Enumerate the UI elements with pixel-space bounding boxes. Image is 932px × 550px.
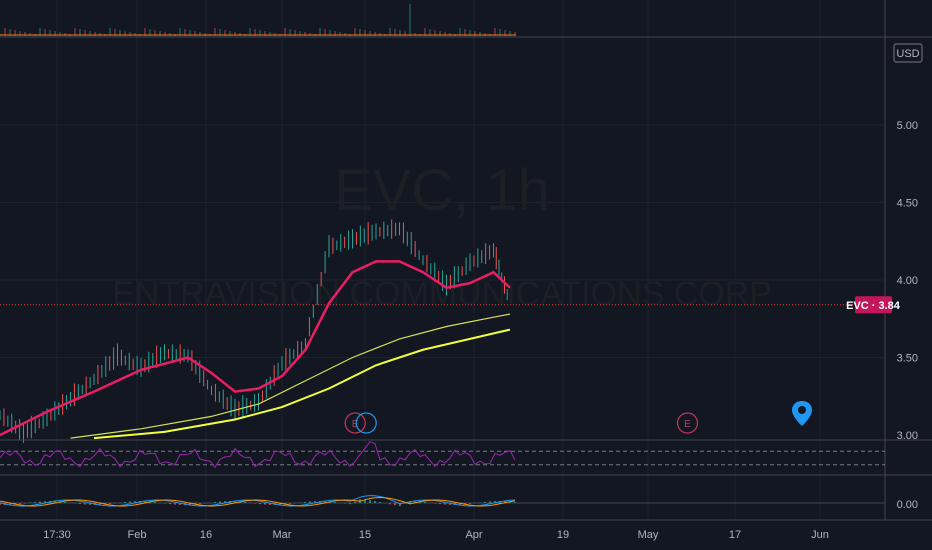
time-tick: Apr <box>465 529 482 541</box>
time-tick: Feb <box>128 529 147 541</box>
chart-canvas[interactable]: EVC, 1h ENTRAVISION COMMUNICATIONS CORP … <box>0 0 932 550</box>
currency-badge[interactable]: USD <box>893 43 923 63</box>
time-tick: 19 <box>557 529 569 541</box>
time-tick: 17 <box>729 529 741 541</box>
last-price-label: EVC · 3.84 <box>846 300 901 312</box>
time-tick: 16 <box>200 529 212 541</box>
price-tick: 3.50 <box>897 353 918 365</box>
time-tick: 15 <box>359 529 371 541</box>
watermark-company: ENTRAVISION COMMUNICATIONS CORP <box>112 275 772 313</box>
price-tick: 3.00 <box>897 430 918 442</box>
price-tick: 4.00 <box>897 275 918 287</box>
last-price-tag: EVC · 3.84 <box>846 296 901 314</box>
time-tick: May <box>638 529 659 541</box>
time-tick: 17:30 <box>43 529 71 541</box>
watermark-symbol: EVC, 1h <box>334 158 550 223</box>
price-tick: 4.50 <box>897 198 918 210</box>
earnings-marker-label: E <box>684 419 691 430</box>
currency-label: USD <box>896 48 919 60</box>
time-tick: Jun <box>811 529 829 541</box>
time-tick: Mar <box>273 529 292 541</box>
macd-zero-tick: 0.00 <box>897 499 918 511</box>
price-tick: 5.00 <box>897 120 918 132</box>
